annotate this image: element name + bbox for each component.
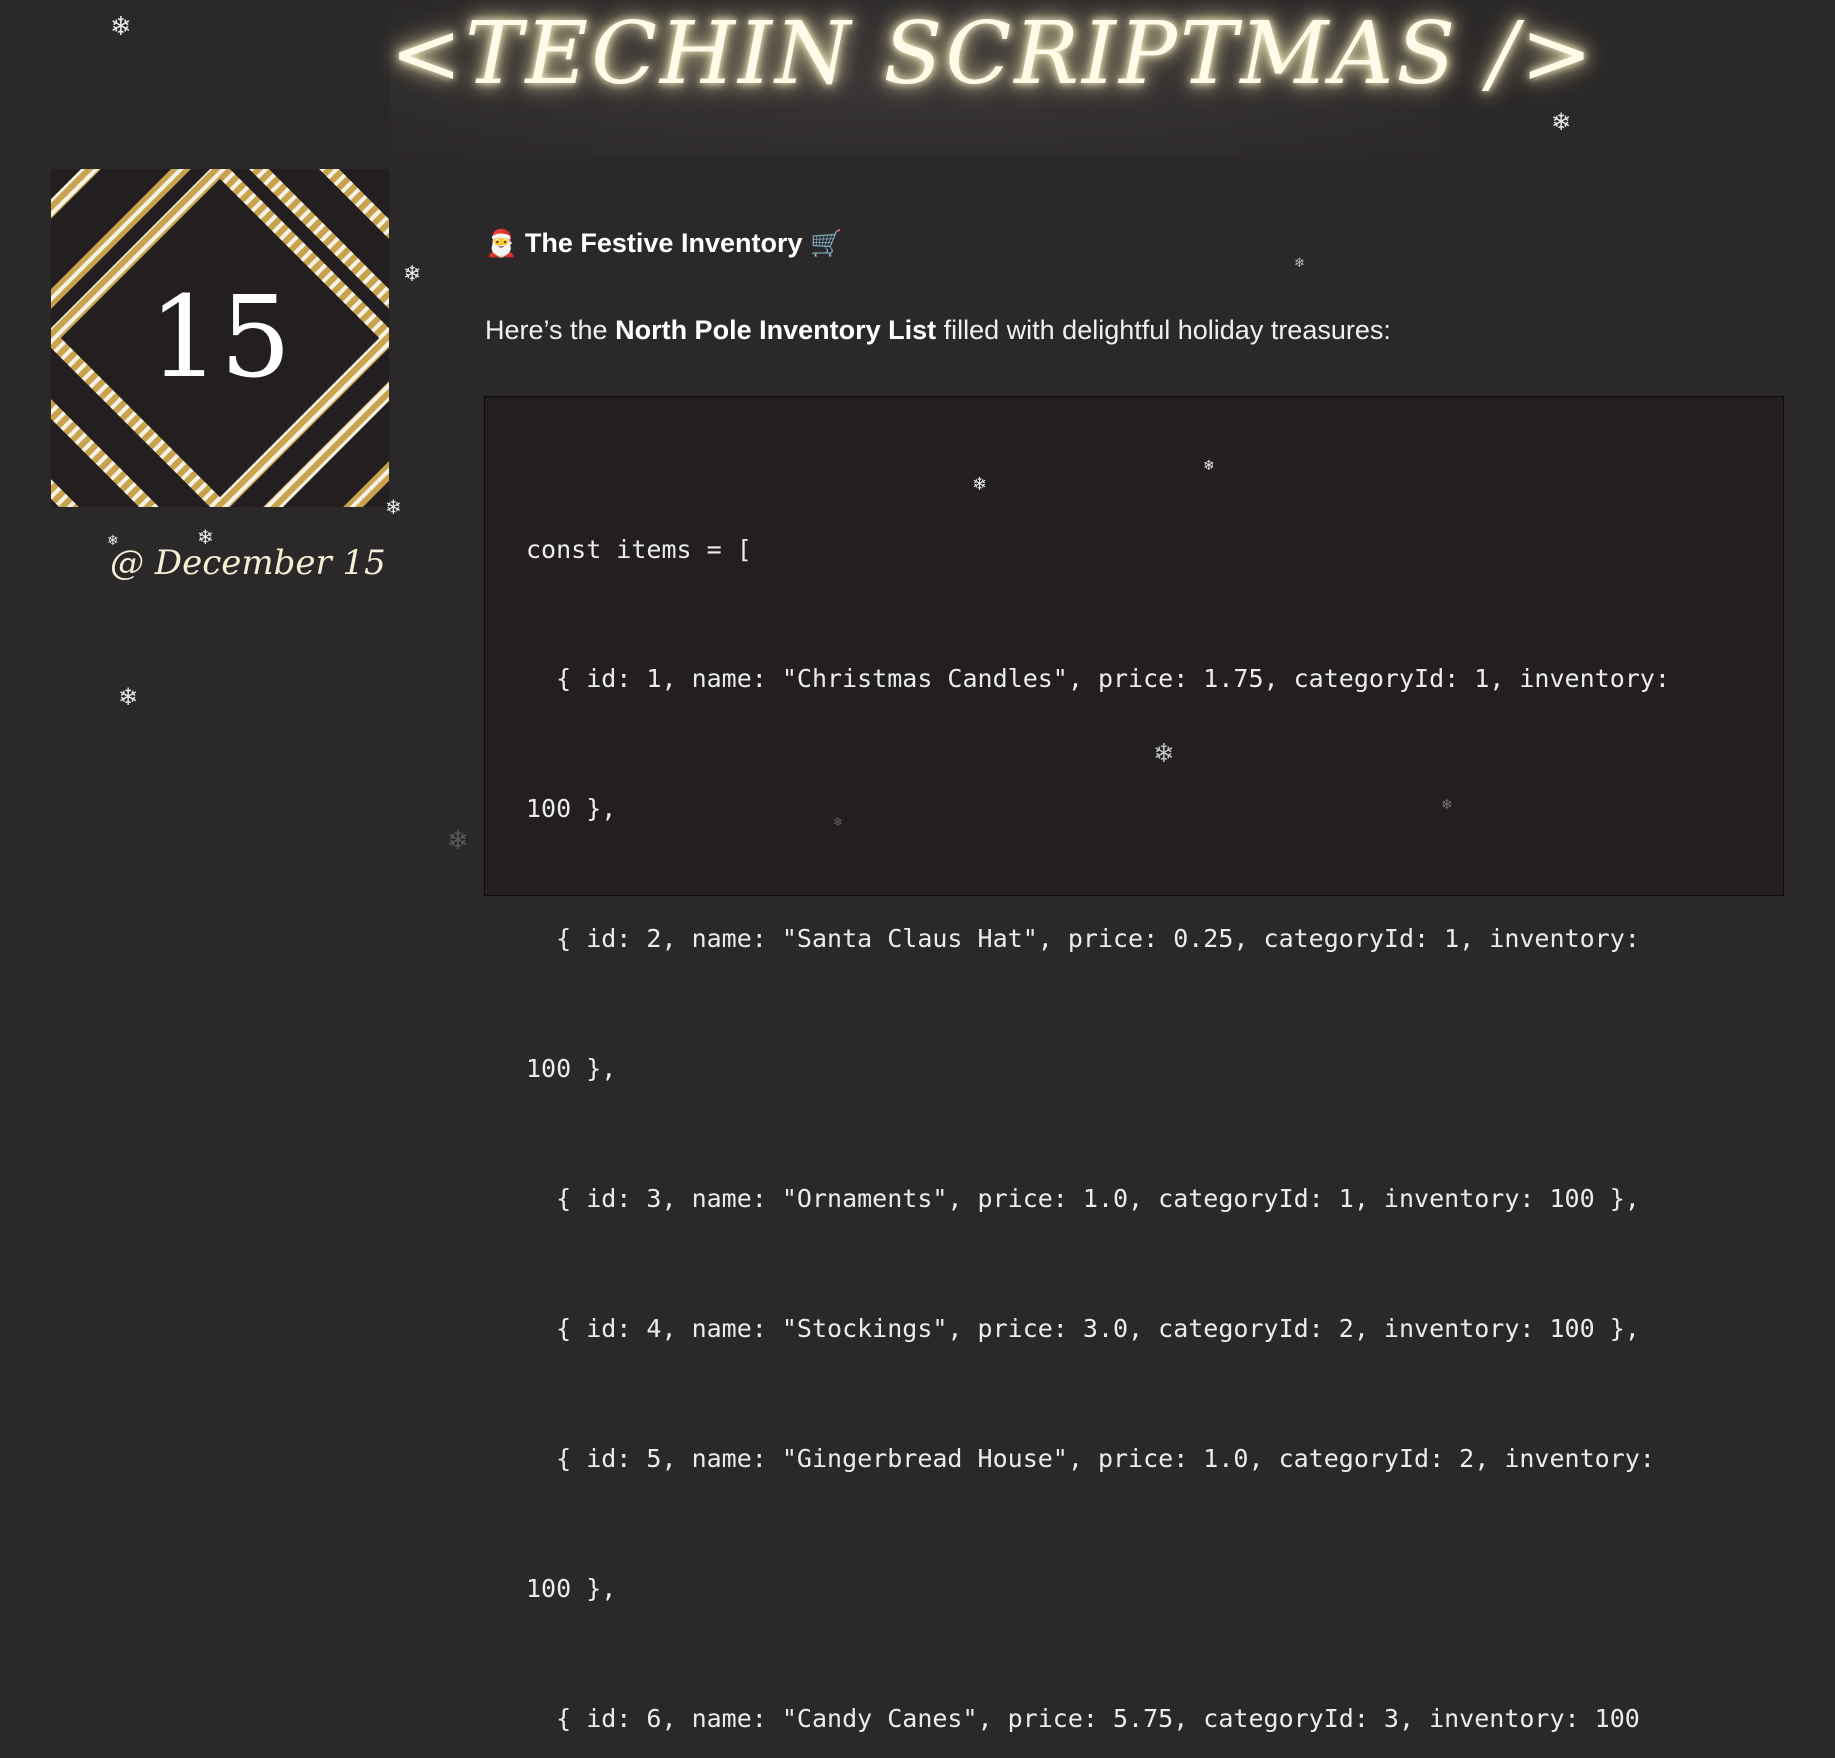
code-line: 100 }, <box>526 794 617 824</box>
code-line: const items = [ <box>526 534 752 564</box>
post-heading: 🎅 The Festive Inventory 🛒 <box>485 228 842 259</box>
code-line: 100 }, <box>526 1573 617 1603</box>
snowflake-icon: ❄ <box>447 826 469 856</box>
post-intro-before: Here’s the <box>485 315 616 345</box>
code-line: { id: 5, name: "Gingerbread House", pric… <box>526 1443 1655 1473</box>
shopping-cart-emoji-icon: 🛒 <box>810 228 843 258</box>
calendar-day-tile[interactable]: 15 <box>51 169 389 507</box>
snowflake-icon: ❄ <box>1203 458 1215 474</box>
post-heading-text: The Festive Inventory <box>524 228 803 258</box>
post-intro-bold: North Pole Inventory List <box>615 315 937 345</box>
code-line: 100 }, <box>526 1054 617 1084</box>
calendar-day-number: 15 <box>148 273 292 403</box>
snowflake-icon: ❄ <box>197 525 214 549</box>
santa-emoji-icon: 🎅 <box>485 228 518 258</box>
post-intro-after: filled with delightful holiday treasures… <box>936 315 1391 345</box>
snowflake-icon: ❄ <box>833 815 844 829</box>
snowflake-icon: ❄ <box>972 474 988 495</box>
snowflake-icon: ❄ <box>110 12 132 42</box>
code-line: { id: 1, name: "Christmas Candles", pric… <box>526 664 1670 694</box>
post-intro: Here’s the North Pole Inventory List fil… <box>485 315 1391 346</box>
code-line: { id: 4, name: "Stockings", price: 3.0, … <box>526 1313 1640 1343</box>
code-lines: const items = [ { id: 1, name: "Christma… <box>526 441 1670 1758</box>
snowflake-icon: ❄ <box>118 683 139 711</box>
code-line: { id: 2, name: "Santa Claus Hat", price:… <box>526 924 1640 954</box>
snowflake-icon: ❄ <box>1294 256 1305 271</box>
site-title[interactable]: <TECHIN SCRIPTMAS /> <box>390 4 1593 104</box>
code-line: { id: 3, name: "Ornaments", price: 1.0, … <box>526 1184 1640 1214</box>
snowflake-icon: ❄ <box>403 262 422 287</box>
code-block[interactable]: const items = [ { id: 1, name: "Christma… <box>484 396 1784 1733</box>
calendar-date-label: @ December 15 <box>110 543 386 583</box>
snowflake-icon: ❄ <box>1153 739 1175 769</box>
snowflake-icon: ❄ <box>1441 797 1453 813</box>
snowflake-icon: ❄ <box>1551 108 1572 136</box>
site-header: <TECHIN SCRIPTMAS /> <box>390 0 1593 158</box>
snowflake-icon: ❄ <box>385 495 402 519</box>
code-line: { id: 6, name: "Candy Canes", price: 5.7… <box>526 1703 1640 1733</box>
snowflake-icon: ❄ <box>107 533 119 549</box>
